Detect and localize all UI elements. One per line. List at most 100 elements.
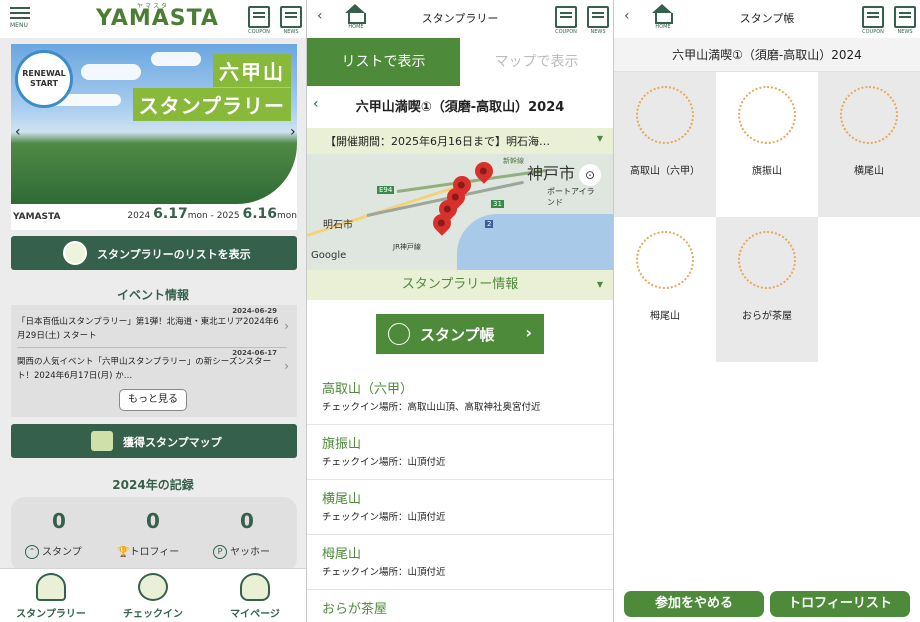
coupon-label: COUPON — [248, 29, 270, 35]
rally-detail-screen: ‹ HOME スタンプラリー COUPON NEWS リストで表示 マップで表示… — [307, 0, 613, 622]
banner-brand: YAMASTA — [13, 212, 61, 222]
stamp-book-header: ‹ HOME スタンプ帳 COUPON NEWS — [614, 0, 920, 38]
mountain-item[interactable]: 高取山（六甲） チェックイン場所：高取山山頂、高取神社奥宮付近 — [307, 370, 613, 425]
empty-stamp-circle — [738, 231, 796, 289]
news-label: NEWS — [897, 29, 913, 35]
stamp-cell[interactable]: おらが茶屋 — [716, 217, 818, 362]
rally-map[interactable]: 神戸市 明石市 ポートアイランド 新幹線 JR神戸線 Google E94 31… — [307, 154, 613, 270]
rally-info-bar[interactable]: スタンプラリー情報 — [307, 270, 613, 300]
rally-header: ‹ HOME スタンプラリー COUPON NEWS — [307, 0, 613, 38]
banner-next-icon[interactable]: › — [290, 124, 296, 140]
news-label: NEWS — [590, 29, 606, 35]
mountain-item[interactable]: 栂尾山 チェックイン場所：山頂付近 — [307, 535, 613, 590]
stamp-cell[interactable]: 横尾山 — [818, 72, 920, 217]
stamp-name: 旗振山 — [752, 166, 782, 177]
stamp-book-button[interactable]: スタンプ帳 › — [376, 314, 544, 354]
stamp-cell[interactable]: 高取山（六甲） — [614, 72, 716, 217]
stamp-count: 0 — [52, 509, 66, 533]
coupon-icon[interactable] — [862, 6, 884, 28]
bottom-tab-bar: スタンプラリー チェックイン マイページ — [0, 568, 306, 622]
caret-down-icon: ▼ — [596, 280, 603, 289]
empty-stamp-circle — [840, 86, 898, 144]
tab-checkin[interactable]: チェックイン — [102, 569, 204, 622]
map-label-e94: E94 — [377, 186, 395, 194]
coupon-label: COUPON — [555, 29, 577, 35]
stamp-name: 高取山（六甲） — [630, 166, 700, 177]
trophy-icon: 🏆 — [117, 547, 130, 558]
stamp-name: 栂尾山 — [650, 311, 680, 322]
checkin-location: チェックイン場所：山頂付近 — [322, 512, 446, 523]
mountain-name: 旗振山 — [322, 437, 362, 452]
rally-title: 六甲山満喫①（須磨-高取山）2024 — [355, 100, 565, 115]
mountain-item[interactable]: 旗振山 チェックイン場所：山頂付近 — [307, 425, 613, 480]
stamp-icon: ⌃ — [25, 545, 39, 559]
promo-banner[interactable]: RENEWAL START 六甲山 スタンプラリー ‹ YAMASTA 2024 … — [11, 44, 297, 230]
show-rally-list-label: スタンプラリーのリストを表示 — [97, 248, 251, 261]
caret-down-icon: ▼ — [596, 134, 603, 143]
empty-stamp-circle — [636, 231, 694, 289]
tab-label: スタンプラリー — [16, 609, 86, 620]
map-icon — [91, 431, 113, 451]
home-screen: MENU ヤマスタ YAMASTA COUPON NEWS RENEWAL STA… — [0, 0, 306, 622]
empty-stamp-circle — [636, 86, 694, 144]
yahho-record-label: P ヤッホー — [213, 543, 270, 559]
banner-title-line2: スタンプラリー — [132, 88, 291, 121]
event-item[interactable]: 「日本百低山スタンプラリー」第1弾！北海道・東北エリア2024年6月29日(土)… — [17, 315, 279, 343]
trophy-list-button[interactable]: トロフィーリスト — [770, 591, 910, 617]
app-logo: YAMASTA — [96, 6, 219, 31]
google-logo: Google — [311, 250, 347, 261]
period-banner[interactable]: 【開催期間：2025年6月16日まで】明石海… — [307, 128, 613, 154]
chevron-right-icon: › — [284, 359, 289, 373]
chevron-right-icon: › — [284, 319, 289, 333]
tab-mypage[interactable]: マイページ — [204, 569, 306, 622]
stamp-logo-icon — [63, 241, 87, 265]
map-label-jr: JR神戸線 — [393, 243, 421, 251]
map-label-2: 2 — [485, 220, 494, 228]
map-label-port: ポートアイランド — [547, 187, 595, 207]
banner-title-line1: 六甲山 — [213, 54, 291, 87]
banner-dates: 2024 6.17mon - 2025 6.16mon — [127, 206, 297, 222]
news-label: NEWS — [283, 29, 299, 35]
stamp-cell[interactable]: 旗振山 — [716, 72, 818, 217]
locate-icon[interactable]: ⊙ — [579, 164, 601, 186]
map-label-kobe: 神戸市 — [527, 164, 576, 183]
more-button[interactable]: もっと見る — [119, 389, 187, 411]
events-title: イベント情報 — [116, 288, 189, 302]
trophy-count: 0 — [146, 509, 160, 533]
renewal-badge: RENEWAL START — [15, 50, 73, 108]
map-label-31: 31 — [491, 200, 504, 208]
record-card: 0 0 0 ⌃ スタンプ 🏆トロフィー P ヤッホー — [11, 497, 297, 572]
stamp-map-button[interactable]: 獲得スタンプマップ — [11, 424, 297, 458]
coupon-icon[interactable] — [248, 6, 270, 28]
mountain-name: おらが茶屋 — [322, 602, 388, 617]
menu-button[interactable]: MENU — [10, 7, 30, 29]
mountain-name: 高取山（六甲） — [322, 382, 414, 397]
event-item[interactable]: 関西の人気イベント「六甲山スタンプラリー」の新シーズンスタート！2024年6月1… — [17, 355, 279, 383]
menu-label: MENU — [10, 22, 28, 29]
quit-rally-button[interactable]: 参加をやめる — [624, 591, 764, 617]
banner-prev-icon[interactable]: ‹ — [15, 124, 21, 140]
sea-area — [457, 214, 613, 270]
stamp-record-label: ⌃ スタンプ — [25, 543, 82, 559]
coupon-icon[interactable] — [555, 6, 577, 28]
coupon-label: COUPON — [862, 29, 884, 35]
stamp-rally-icon — [36, 573, 66, 601]
tab-list-view[interactable]: リストで表示 — [307, 38, 460, 86]
yahho-icon: P — [213, 545, 227, 559]
tab-map-view[interactable]: マップで表示 — [460, 38, 613, 86]
events-list: 2024-06-29 「日本百低山スタンプラリー」第1弾！北海道・東北エリア20… — [11, 305, 297, 417]
news-icon[interactable] — [280, 6, 302, 28]
mountain-item[interactable]: おらが茶屋 — [307, 590, 613, 622]
yahho-count: 0 — [240, 509, 254, 533]
map-label-akashi: 明石市 — [323, 220, 353, 231]
stamp-cell[interactable]: 栂尾山 — [614, 217, 716, 362]
news-icon[interactable] — [894, 6, 916, 28]
tab-label: マイページ — [230, 609, 280, 620]
show-rally-list-button[interactable]: スタンプラリーのリストを表示 — [11, 236, 297, 270]
checkin-location: チェックイン場所：山頂付近 — [322, 567, 446, 578]
tab-stamp-rally[interactable]: スタンプラリー — [0, 569, 102, 622]
mountain-name: 栂尾山 — [322, 547, 362, 562]
empty-stamp-circle — [738, 86, 796, 144]
news-icon[interactable] — [587, 6, 609, 28]
mountain-item[interactable]: 横尾山 チェックイン場所：山頂付近 — [307, 480, 613, 535]
